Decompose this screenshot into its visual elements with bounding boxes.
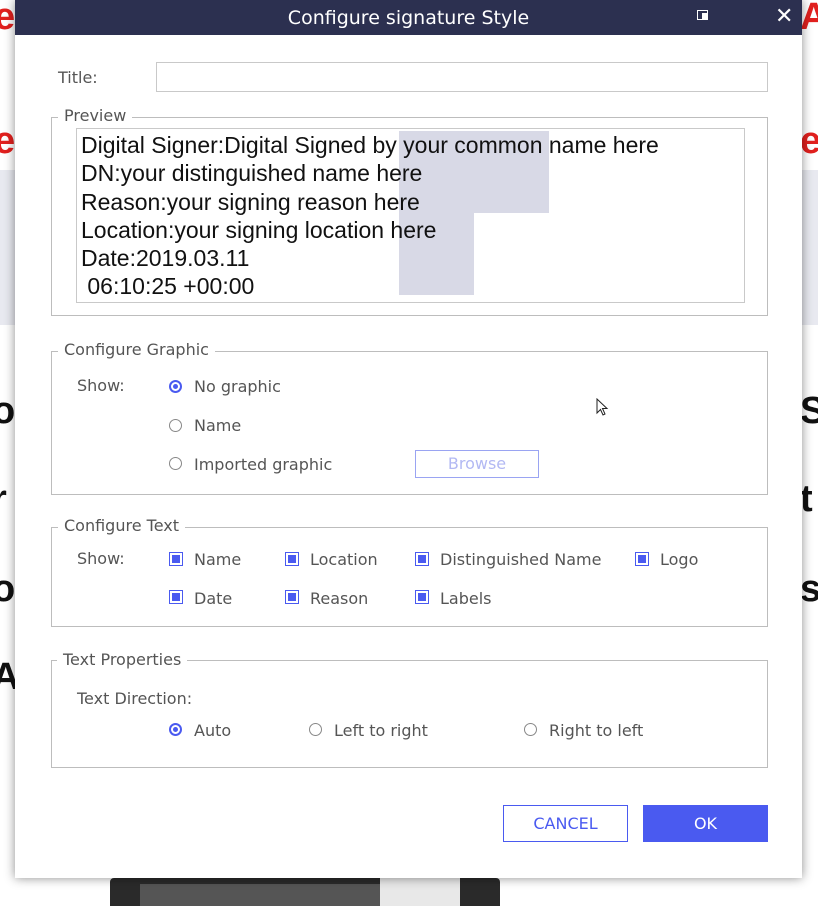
preview-text: Digital Signer:Digital Signed by your co… [81,132,659,300]
background-fragment: e [800,120,818,162]
cancel-button[interactable]: CANCEL [503,805,628,842]
configure-text-group [51,527,768,627]
text-properties-legend: Text Properties [57,651,188,669]
option-no-graphic-label: No graphic [194,377,281,396]
option-direction-auto-label: Auto [194,721,232,740]
checkbox-location-label: Location [310,550,378,569]
checkbox-date[interactable] [169,590,183,604]
background-device [380,878,460,906]
title-label: Title: [58,68,98,87]
checkbox-date-label: Date [194,589,233,608]
radio-name-graphic[interactable] [169,419,182,432]
checkbox-name-label: Name [194,550,242,569]
checkbox-logo[interactable] [635,552,649,566]
signature-style-dialog: Configure signature Style ✕ Title: Previ… [15,0,802,878]
dialog-title: Configure signature Style [287,7,530,29]
checkbox-labels-label: Labels [440,589,492,608]
preview-legend: Preview [58,107,133,125]
ok-button[interactable]: OK [643,805,768,842]
background-fragment: s [800,568,818,610]
background-fragment: S [800,390,818,432]
background-fragment: e [0,120,16,162]
radio-direction-rtl[interactable] [524,723,537,736]
checkbox-reason-label: Reason [310,589,369,608]
checkbox-distinguished-name-label: Distinguished Name [440,550,602,569]
mouse-pointer-icon [596,398,609,416]
background-fragment: A [800,0,818,38]
dialog-titlebar: Configure signature Style ✕ [15,0,802,35]
radio-imported-graphic[interactable] [169,457,182,470]
background-fragment: r [0,478,7,521]
option-direction-rtl-label: Right to left [549,721,644,740]
browse-button[interactable]: Browse [415,450,539,478]
preview-box: Digital Signer:Digital Signed by your co… [76,128,745,303]
option-direction-ltr-label: Left to right [334,721,428,740]
option-name-graphic-label: Name [194,416,242,435]
close-icon[interactable]: ✕ [775,6,793,28]
configure-graphic-legend: Configure Graphic [58,341,215,359]
checkbox-location[interactable] [285,552,299,566]
option-imported-graphic-label: Imported graphic [194,455,333,474]
checkbox-labels[interactable] [415,590,429,604]
graphic-show-label: Show: [77,376,125,395]
configure-graphic-group [51,351,768,495]
text-show-label: Show: [77,549,125,568]
checkbox-logo-label: Logo [660,550,699,569]
radio-direction-auto[interactable] [169,723,182,736]
checkbox-name[interactable] [169,552,183,566]
background-fragment: o [0,568,16,610]
checkbox-reason[interactable] [285,590,299,604]
radio-no-graphic[interactable] [169,380,182,393]
restore-icon[interactable] [697,10,709,21]
text-properties-group [51,660,768,768]
text-direction-label: Text Direction: [77,689,193,708]
configure-text-legend: Configure Text [58,517,185,535]
background-fragment: e [0,0,16,38]
background-fragment: o [0,390,16,432]
checkbox-distinguished-name[interactable] [415,552,429,566]
title-input[interactable] [156,62,768,92]
radio-direction-ltr[interactable] [309,723,322,736]
